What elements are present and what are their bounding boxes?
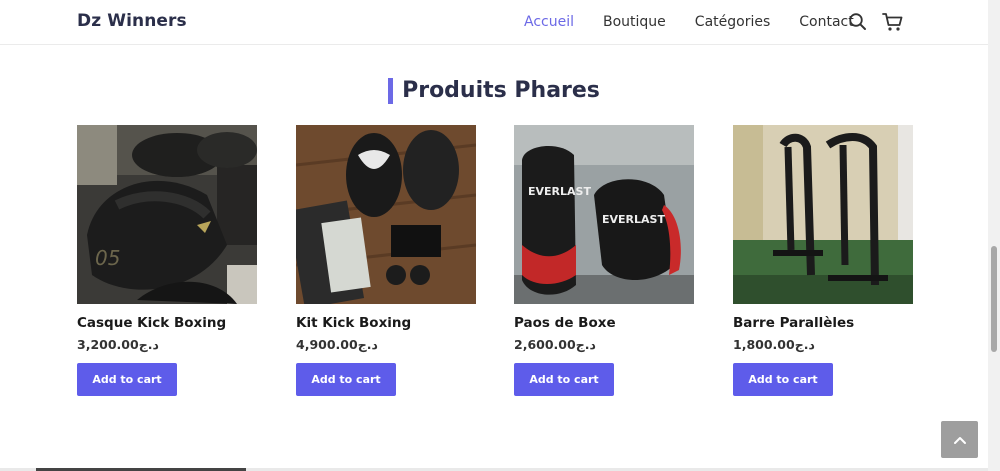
product-price: د.ج4,900.00 xyxy=(296,337,378,352)
section-title: Produits Phares xyxy=(388,78,600,104)
add-to-cart-button[interactable]: Add to cart xyxy=(514,363,614,396)
site-logo[interactable]: Dz Winners xyxy=(77,11,187,31)
add-to-cart-button[interactable]: Add to cart xyxy=(296,363,396,396)
nav-categories[interactable]: Catégories xyxy=(695,14,770,30)
product-name[interactable]: Casque Kick Boxing xyxy=(77,315,257,331)
search-icon[interactable] xyxy=(848,12,868,32)
product-image-bars[interactable] xyxy=(733,125,913,304)
scrollbar[interactable] xyxy=(988,0,1000,471)
product-card: EVERLAST EVERLAST Paos de Boxe د.ج2,600.… xyxy=(514,125,694,396)
product-price: د.ج3,200.00 xyxy=(77,337,159,352)
section-heading: Produits Phares xyxy=(0,78,988,104)
product-price: د.ج1,800.00 xyxy=(733,337,815,352)
site-header: Dz Winners Accueil Boutique Catégories C… xyxy=(0,0,988,45)
product-name[interactable]: Kit Kick Boxing xyxy=(296,315,476,331)
nav-boutique[interactable]: Boutique xyxy=(603,14,666,30)
svg-text:EVERLAST: EVERLAST xyxy=(602,213,665,226)
back-to-top-button[interactable] xyxy=(941,421,978,458)
cart-icon[interactable] xyxy=(882,12,903,32)
product-name[interactable]: Paos de Boxe xyxy=(514,315,694,331)
product-image-pads[interactable]: EVERLAST EVERLAST xyxy=(514,125,694,304)
nav-accueil[interactable]: Accueil xyxy=(524,14,574,30)
product-name[interactable]: Barre Parallèles xyxy=(733,315,913,331)
add-to-cart-button[interactable]: Add to cart xyxy=(733,363,833,396)
nav-contact[interactable]: Contact xyxy=(799,14,853,30)
product-image-helmet[interactable]: 05 xyxy=(77,125,257,304)
product-card: Barre Parallèles د.ج1,800.00 Add to cart xyxy=(733,125,913,396)
product-price: د.ج2,600.00 xyxy=(514,337,596,352)
add-to-cart-button[interactable]: Add to cart xyxy=(77,363,177,396)
product-card: 05 Casque Kick Boxing د.ج3,200.00 Add to… xyxy=(77,125,257,396)
product-card: Kit Kick Boxing د.ج4,900.00 Add to cart xyxy=(296,125,476,396)
svg-text:EVERLAST: EVERLAST xyxy=(528,185,591,198)
scrollbar-thumb[interactable] xyxy=(991,246,997,352)
svg-text:05: 05 xyxy=(95,246,120,270)
product-image-kit[interactable] xyxy=(296,125,476,304)
chevron-up-icon xyxy=(953,436,966,444)
main-nav: Accueil Boutique Catégories Contact xyxy=(524,14,883,30)
